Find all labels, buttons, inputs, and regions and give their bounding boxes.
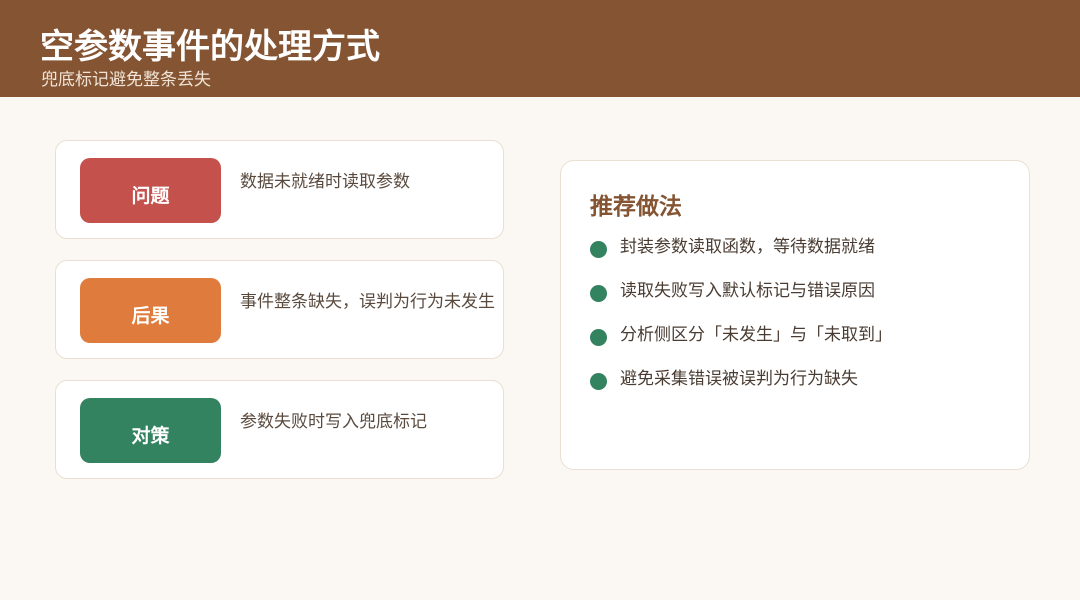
bullet-dot-icon — [590, 373, 607, 390]
card-tag-solution: 对策 — [80, 398, 221, 463]
card-solution: 对策 参数失败时写入兜底标记 — [55, 380, 504, 479]
panel-title: 推荐做法 — [590, 194, 682, 220]
bullet-text: 封装参数读取函数，等待数据就绪 — [620, 236, 875, 257]
page-subtitle: 兜底标记避免整条丢失 — [41, 70, 211, 90]
card-consequence: 后果 事件整条缺失，误判为行为未发生 — [55, 260, 504, 359]
card-tag-problem: 问题 — [80, 158, 221, 223]
bullet-item: 避免采集错误被误判为行为缺失 — [590, 369, 858, 390]
bullet-dot-icon — [590, 329, 607, 346]
card-text-solution: 参数失败时写入兜底标记 — [240, 412, 427, 432]
bullet-item: 分析侧区分「未发生」与「未取到」 — [590, 325, 892, 346]
bullet-text: 避免采集错误被误判为行为缺失 — [620, 368, 858, 389]
bullet-dot-icon — [590, 241, 607, 258]
bullet-item: 封装参数读取函数，等待数据就绪 — [590, 237, 875, 258]
bullet-text: 分析侧区分「未发生」与「未取到」 — [620, 324, 892, 345]
header-bar: 空参数事件的处理方式 兜底标记避免整条丢失 — [0, 0, 1080, 97]
bullet-dot-icon — [590, 285, 607, 302]
card-tag-consequence: 后果 — [80, 278, 221, 343]
bullet-item: 读取失败写入默认标记与错误原因 — [590, 281, 875, 302]
recommendation-panel: 推荐做法 封装参数读取函数，等待数据就绪 读取失败写入默认标记与错误原因 分析侧… — [560, 160, 1030, 470]
card-text-problem: 数据未就绪时读取参数 — [240, 172, 410, 192]
card-text-consequence: 事件整条缺失，误判为行为未发生 — [240, 292, 495, 312]
bullet-text: 读取失败写入默认标记与错误原因 — [620, 280, 875, 301]
card-problem: 问题 数据未就绪时读取参数 — [55, 140, 504, 239]
page-title: 空参数事件的处理方式 — [40, 27, 380, 67]
